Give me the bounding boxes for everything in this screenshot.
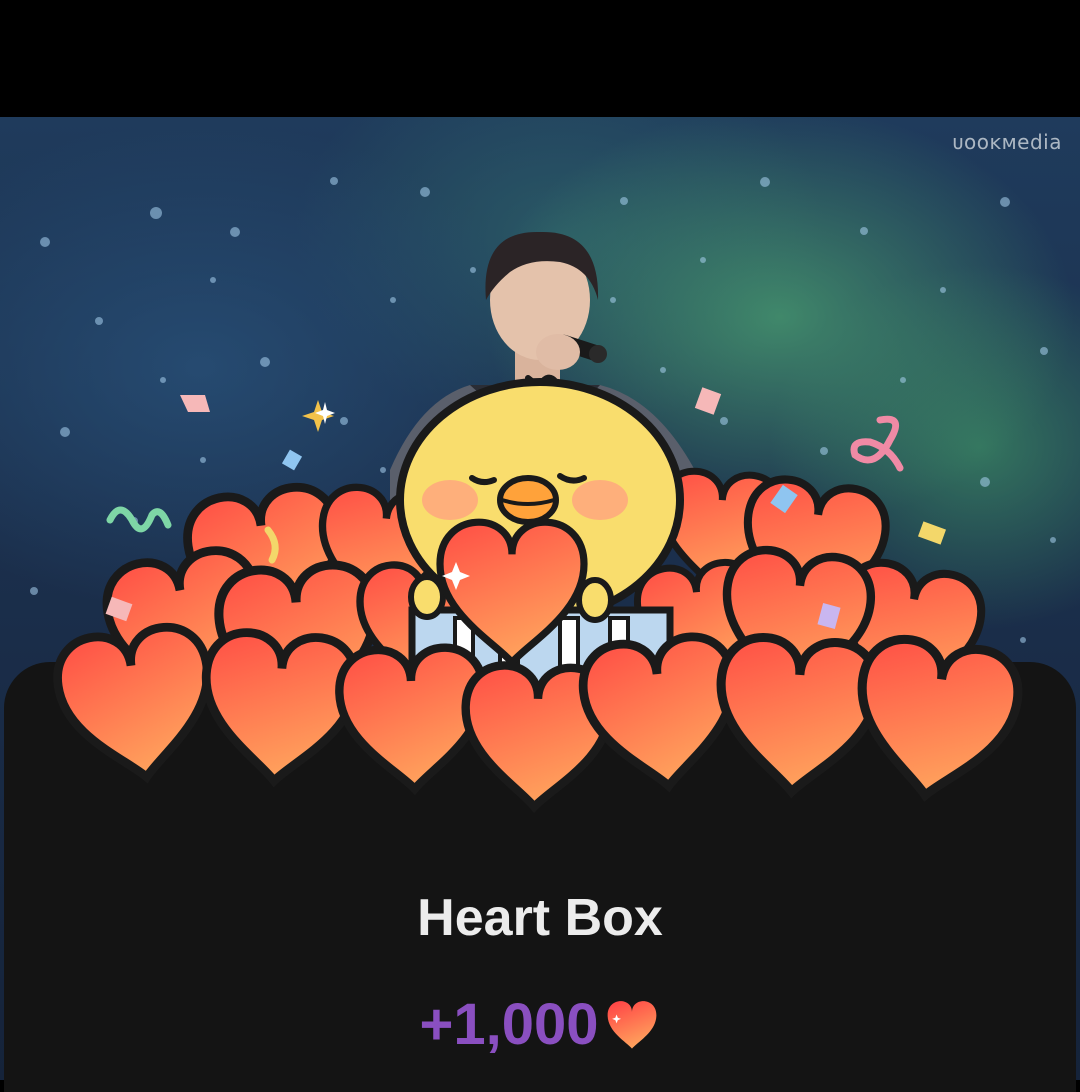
media-watermark: ᴜᴏᴏᴋᴍedia	[952, 130, 1062, 154]
bokeh-dot	[860, 227, 868, 235]
bokeh-dot	[1040, 347, 1048, 355]
pile-heart	[848, 634, 1024, 806]
pile-heart	[714, 635, 880, 797]
bokeh-dot	[150, 207, 162, 219]
pile-heart	[52, 622, 221, 787]
bokeh-dot	[760, 177, 770, 187]
top-black-bar	[0, 0, 1080, 117]
pile-heart	[199, 630, 359, 786]
bokeh-dot	[1000, 197, 1010, 207]
bokeh-dot	[940, 287, 946, 293]
heart-icon	[607, 1001, 656, 1049]
reward-amount-row: +1,000	[0, 993, 1080, 1057]
heart-box-illustration	[0, 374, 1080, 820]
reward-title: Heart Box	[417, 889, 663, 947]
bokeh-dot	[95, 317, 103, 325]
bokeh-dot	[230, 227, 240, 237]
bokeh-dot	[210, 277, 216, 283]
bokeh-dot	[40, 237, 50, 247]
bokeh-dot	[330, 177, 338, 185]
pile-heart	[579, 633, 743, 794]
reward-amount: +1,000	[419, 992, 599, 1057]
